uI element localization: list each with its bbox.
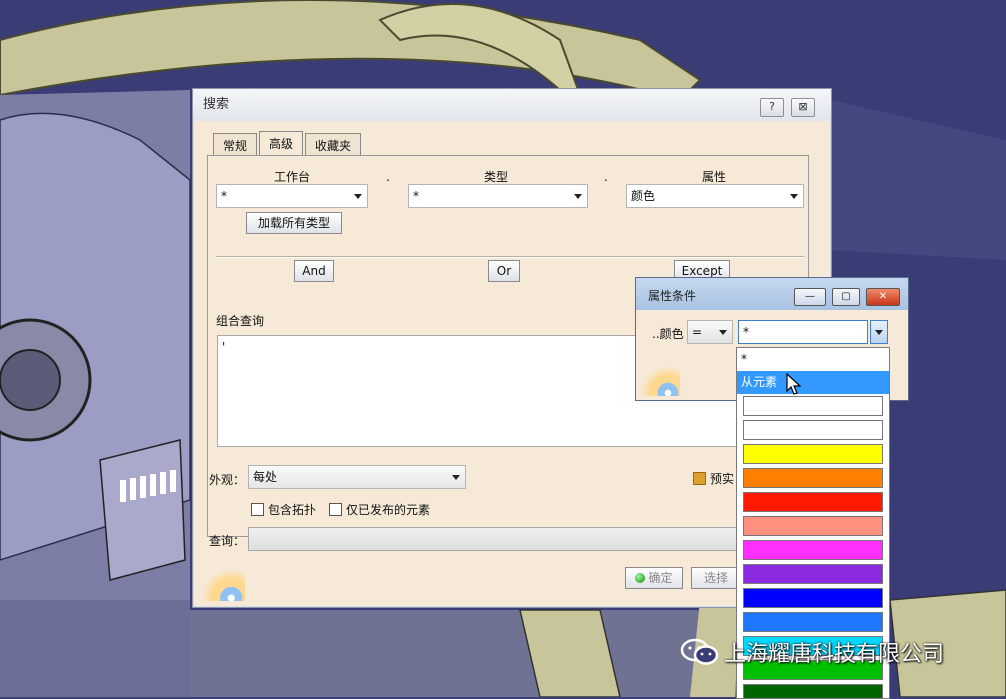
separator-dot: . <box>604 170 608 184</box>
chevron-down-icon <box>574 194 582 199</box>
type-label: 类型 <box>484 170 509 184</box>
separator-dot: . <box>386 170 390 184</box>
load-all-types-button[interactable]: 加载所有类型 <box>246 212 342 234</box>
divider <box>216 256 804 258</box>
preview-checkbox[interactable]: 预实 <box>693 470 734 487</box>
wechat-logo-icon <box>680 638 719 665</box>
attribute-select[interactable]: 颜色 <box>626 184 804 208</box>
dropdown-item-from-element[interactable]: 从元素 <box>737 371 889 394</box>
color-label: ..颜色 <box>652 327 684 341</box>
color-swatch-5[interactable] <box>743 516 883 536</box>
include-topology-checkbox[interactable]: 包含拓扑 <box>251 501 316 518</box>
select-button[interactable]: 选择 <box>691 567 741 589</box>
attribute-label: 属性 <box>702 170 727 184</box>
color-value: * <box>743 325 749 339</box>
include-topology-label: 包含拓扑 <box>268 503 317 517</box>
color-dropdown-button[interactable] <box>870 320 888 344</box>
appearance-select[interactable]: 每处 <box>248 465 466 489</box>
attribute-value: 颜色 <box>631 189 656 203</box>
color-swatch-4[interactable] <box>743 492 883 512</box>
close-button[interactable]: ⊠ <box>791 98 815 117</box>
type-value: * <box>413 189 419 203</box>
chevron-down-icon <box>790 194 798 199</box>
color-swatch-9[interactable] <box>743 612 883 632</box>
ok-label: 确定 <box>648 571 673 585</box>
color-swatch-7[interactable] <box>743 564 883 584</box>
close-icon[interactable]: ✕ <box>866 288 900 306</box>
appearance-label: 外观： <box>209 473 246 487</box>
and-button[interactable]: And <box>294 260 334 282</box>
search-dialog-title: 搜索 <box>193 89 831 121</box>
workbench-value: * <box>221 189 227 203</box>
globe-logo-icon <box>199 571 245 601</box>
dropdown-item-any[interactable]: * <box>737 348 889 371</box>
preview-label: 预实 <box>710 472 735 486</box>
operator-value: = <box>692 325 703 339</box>
ok-button[interactable]: 确定 <box>625 567 683 589</box>
combined-query-label: 组合查询 <box>216 314 265 328</box>
chevron-down-icon <box>452 475 460 480</box>
ok-led-icon <box>635 573 646 583</box>
minimize-button[interactable]: — <box>794 288 826 306</box>
chevron-down-icon <box>875 330 883 335</box>
combined-query-text: ' <box>222 340 226 354</box>
color-swatch-0[interactable] <box>743 396 883 416</box>
color-swatch-2[interactable] <box>743 444 883 464</box>
color-swatch-1[interactable] <box>743 420 883 440</box>
checkbox-icon <box>251 503 264 516</box>
workbench-select[interactable]: * <box>216 184 368 208</box>
chevron-down-icon <box>354 194 362 199</box>
chevron-down-icon <box>719 330 727 335</box>
query-label: 查询： <box>209 534 246 548</box>
watermark-text: 上海耀唐科技有限公司 <box>724 642 945 667</box>
type-select[interactable]: * <box>408 184 588 208</box>
query-input[interactable] <box>248 527 768 551</box>
maximize-button[interactable]: ▢ <box>832 288 860 306</box>
help-button[interactable]: ? <box>760 98 784 117</box>
only-published-checkbox[interactable]: 仅已发布的元素 <box>329 501 430 518</box>
color-swatch-3[interactable] <box>743 468 883 488</box>
workbench-label: 工作台 <box>274 170 311 184</box>
mouse-cursor-icon <box>786 373 802 395</box>
globe-logo-icon <box>640 366 680 396</box>
checkbox-icon <box>693 472 706 485</box>
appearance-value: 每处 <box>253 470 278 484</box>
checkbox-icon <box>329 503 342 516</box>
color-swatch-8[interactable] <box>743 588 883 608</box>
only-published-label: 仅已发布的元素 <box>346 503 431 517</box>
color-swatch-6[interactable] <box>743 540 883 560</box>
color-value-input[interactable]: * <box>738 320 868 344</box>
or-button[interactable]: Or <box>488 260 520 282</box>
operator-select[interactable]: = <box>687 320 733 344</box>
